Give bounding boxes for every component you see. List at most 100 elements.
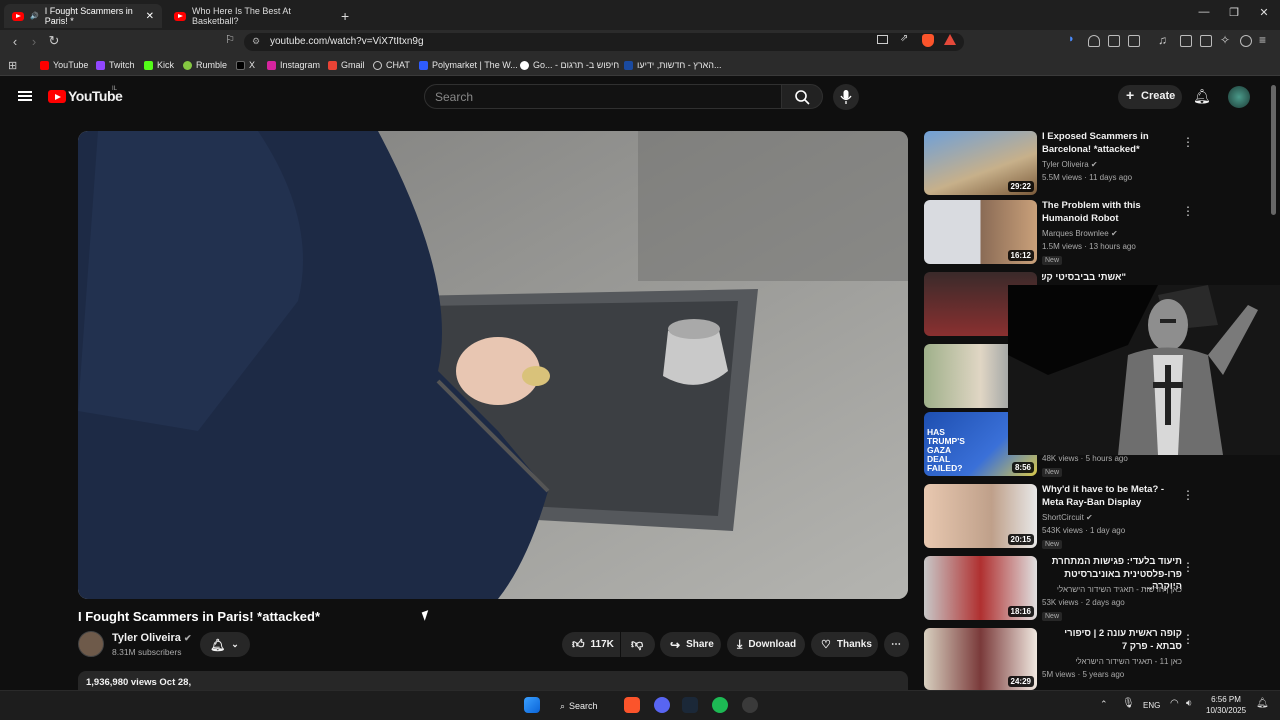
vpn-shield-icon[interactable] xyxy=(1088,35,1100,47)
bookmark-youtube[interactable]: YouTube xyxy=(40,58,88,72)
bookmark-gmail[interactable]: Gmail xyxy=(328,58,365,72)
brave-browser-icon[interactable] xyxy=(624,697,640,713)
bookmark-twitch[interactable]: Twitch xyxy=(96,58,135,72)
new-tab-button[interactable]: + xyxy=(333,4,357,28)
page-scrollbar[interactable] xyxy=(1271,85,1276,215)
back-icon[interactable]: ‹ xyxy=(7,34,23,49)
hamburger-menu-icon[interactable] xyxy=(18,91,32,93)
recommendation-title[interactable]: I Exposed Scammers in Barcelona! *attack… xyxy=(1042,131,1182,156)
minimize-icon[interactable]: — xyxy=(1194,6,1214,18)
media-icon[interactable]: ♫ xyxy=(1158,33,1167,47)
recommendation-item[interactable]: 18:16 תיעוד בלעדי: פגישות המתחרת פרו-פלס… xyxy=(924,556,1269,621)
video-player[interactable] xyxy=(78,131,908,599)
youtube-logo-icon[interactable] xyxy=(48,90,66,103)
cast-icon[interactable] xyxy=(877,35,888,44)
video-thumbnail[interactable]: 24:29 xyxy=(924,628,1037,690)
bookmark-kick[interactable]: Kick xyxy=(144,58,174,72)
share-button[interactable]: ↪ Share xyxy=(660,632,721,657)
spotify-icon[interactable] xyxy=(712,697,728,713)
more-vertical-icon[interactable]: ⋮ xyxy=(1182,560,1194,574)
windows-start-icon[interactable] xyxy=(524,697,540,713)
tab-active[interactable]: 🔊 I Fought Scammers in Paris! * ✕ xyxy=(4,4,162,28)
system-clock[interactable]: 6:56 PM 10/30/2025 xyxy=(1206,694,1246,716)
recommendation-item[interactable]: 29:22 I Exposed Scammers in Barcelona! *… xyxy=(924,131,1269,195)
brave-rewards-icon[interactable] xyxy=(944,34,956,45)
recommendation-title[interactable]: Why'd it have to be Meta? - Meta Ray-Ban… xyxy=(1042,484,1182,509)
more-vertical-icon[interactable]: ⋮ xyxy=(1182,135,1194,149)
recommendation-item[interactable]: 20:15 Why'd it have to be Meta? - Meta R… xyxy=(924,484,1269,549)
recommendation-channel[interactable]: Tyler Oliveira ✔ xyxy=(1042,160,1098,169)
sidebar-icon[interactable] xyxy=(1180,35,1192,47)
speaker-icon[interactable]: 🔊 xyxy=(30,12,39,20)
share-page-icon[interactable]: ⇗ xyxy=(900,33,908,44)
create-button[interactable]: + Create xyxy=(1118,85,1182,109)
menu-icon[interactable]: ≡ xyxy=(1259,33,1266,47)
recommendation-title[interactable]: "אשתי בביבסיטי קשוחה": מאיך עבד... xyxy=(1042,272,1126,285)
bookmark-icon[interactable]: ⚐ xyxy=(222,33,238,46)
close-tab-icon[interactable]: ✕ xyxy=(146,11,154,22)
recommendation-title[interactable]: קופה ראשית עונה 2 | סיפורי סבתא - פרק 7 xyxy=(1042,628,1182,653)
bookmark-x[interactable]: X xyxy=(236,58,255,72)
search-input[interactable]: Search xyxy=(424,84,782,109)
description-box[interactable]: 1,936,980 views Oct 28, xyxy=(78,671,908,691)
bookmark-label: CHAT xyxy=(386,60,410,70)
search-button[interactable] xyxy=(781,84,823,109)
reading-icon[interactable] xyxy=(1128,35,1140,47)
video-thumbnail[interactable]: 16:12 xyxy=(924,200,1037,264)
recommendation-channel[interactable]: Marques Brownlee ✔ xyxy=(1042,229,1118,238)
volume-icon[interactable]: 🔉︎ xyxy=(1186,698,1192,709)
bookmark-instagram[interactable]: Instagram xyxy=(267,58,320,72)
forward-icon[interactable]: › xyxy=(26,34,42,49)
recommendation-channel[interactable]: כאן 11 - תאגיד השידור הישראלי xyxy=(1042,657,1182,666)
extensions-icon[interactable] xyxy=(1108,35,1120,47)
subscription-bell-button[interactable]: 🔔︎ ⌄ xyxy=(200,632,250,657)
download-button[interactable]: ⤓ Download xyxy=(727,632,805,657)
notification-center-icon[interactable]: 🔔︎ xyxy=(1256,698,1269,709)
bookmark-google-translate[interactable]: Go... - חיפוש ב- תרגום xyxy=(520,58,619,72)
maximize-icon[interactable]: ❐ xyxy=(1224,6,1244,19)
language-indicator[interactable]: ENG xyxy=(1143,701,1160,710)
channel-avatar[interactable] xyxy=(78,631,104,657)
video-thumbnail[interactable]: 18:16 xyxy=(924,556,1037,620)
wifi-icon[interactable]: ◠ xyxy=(1170,698,1179,709)
like-button[interactable]: 👍︎ 117K xyxy=(562,632,620,657)
video-thumbnail[interactable]: 29:22 xyxy=(924,131,1037,195)
wallet-icon[interactable]: ◗ xyxy=(1068,33,1075,45)
voice-search-button[interactable] xyxy=(833,84,859,110)
leo-ai-icon[interactable]: ✧ xyxy=(1220,33,1230,47)
close-window-icon[interactable]: ✕ xyxy=(1254,6,1274,19)
video-thumbnail[interactable]: 20:15 xyxy=(924,484,1037,548)
apps-grid-icon[interactable]: ⊞ xyxy=(8,59,17,72)
recommendation-item[interactable]: 24:29 קופה ראשית עונה 2 | סיפורי סבתא - … xyxy=(924,628,1269,692)
notifications-bell-icon[interactable]: 🔔︎ xyxy=(1193,88,1211,105)
bookmark-haaretz[interactable]: הארץ - חדשות, ידיעו... xyxy=(624,58,722,72)
vpn-icon[interactable] xyxy=(1240,35,1252,47)
more-vertical-icon[interactable]: ⋮ xyxy=(1182,204,1194,218)
reload-icon[interactable]: ↻ xyxy=(46,33,62,49)
bookmark-rumble[interactable]: Rumble xyxy=(183,58,227,72)
more-vertical-icon[interactable]: ⋮ xyxy=(1182,488,1194,502)
taskbar-search-button[interactable]: ⌕ Search xyxy=(560,697,598,715)
bookmark-polymarket[interactable]: Polymarket | The W... xyxy=(419,58,518,72)
brave-shield-icon[interactable] xyxy=(922,34,934,47)
recommendation-item[interactable]: 16:12 The Problem with this Humanoid Rob… xyxy=(924,200,1269,265)
bookmark-chat[interactable]: CHAT xyxy=(373,58,410,72)
discord-icon[interactable] xyxy=(654,697,670,713)
more-actions-button[interactable]: ⋯ xyxy=(884,632,909,657)
steam-icon[interactable] xyxy=(682,697,698,713)
recommendation-title[interactable]: The Problem with this Humanoid Robot xyxy=(1042,200,1182,225)
recommendation-channel[interactable]: ShortCircuit ✔ xyxy=(1042,513,1093,522)
tab-inactive[interactable]: Who Here Is The Best At Basketball? xyxy=(166,4,326,28)
site-info-icon[interactable]: ⚙ xyxy=(252,36,260,47)
microphone-tray-icon[interactable]: 🎙︎ xyxy=(1122,698,1135,709)
more-vertical-icon[interactable]: ⋮ xyxy=(1182,632,1194,646)
chatgpt-icon[interactable] xyxy=(742,697,758,713)
show-hidden-icons-icon[interactable]: ⌃ xyxy=(1100,699,1108,710)
channel-name[interactable]: Tyler Oliveira ✔ xyxy=(112,632,192,644)
recommendation-channel[interactable]: כאן | חדשות - תאגיד השידור הישראלי xyxy=(1042,585,1182,594)
thanks-button[interactable]: ♡ Thanks xyxy=(811,632,878,657)
wallet-card-icon[interactable] xyxy=(1200,35,1212,47)
url-field[interactable]: ⚙ youtube.com/watch?v=ViX7tItxn9g xyxy=(244,33,964,51)
dislike-button[interactable]: 👎︎ xyxy=(621,632,655,657)
account-avatar[interactable] xyxy=(1228,86,1250,108)
